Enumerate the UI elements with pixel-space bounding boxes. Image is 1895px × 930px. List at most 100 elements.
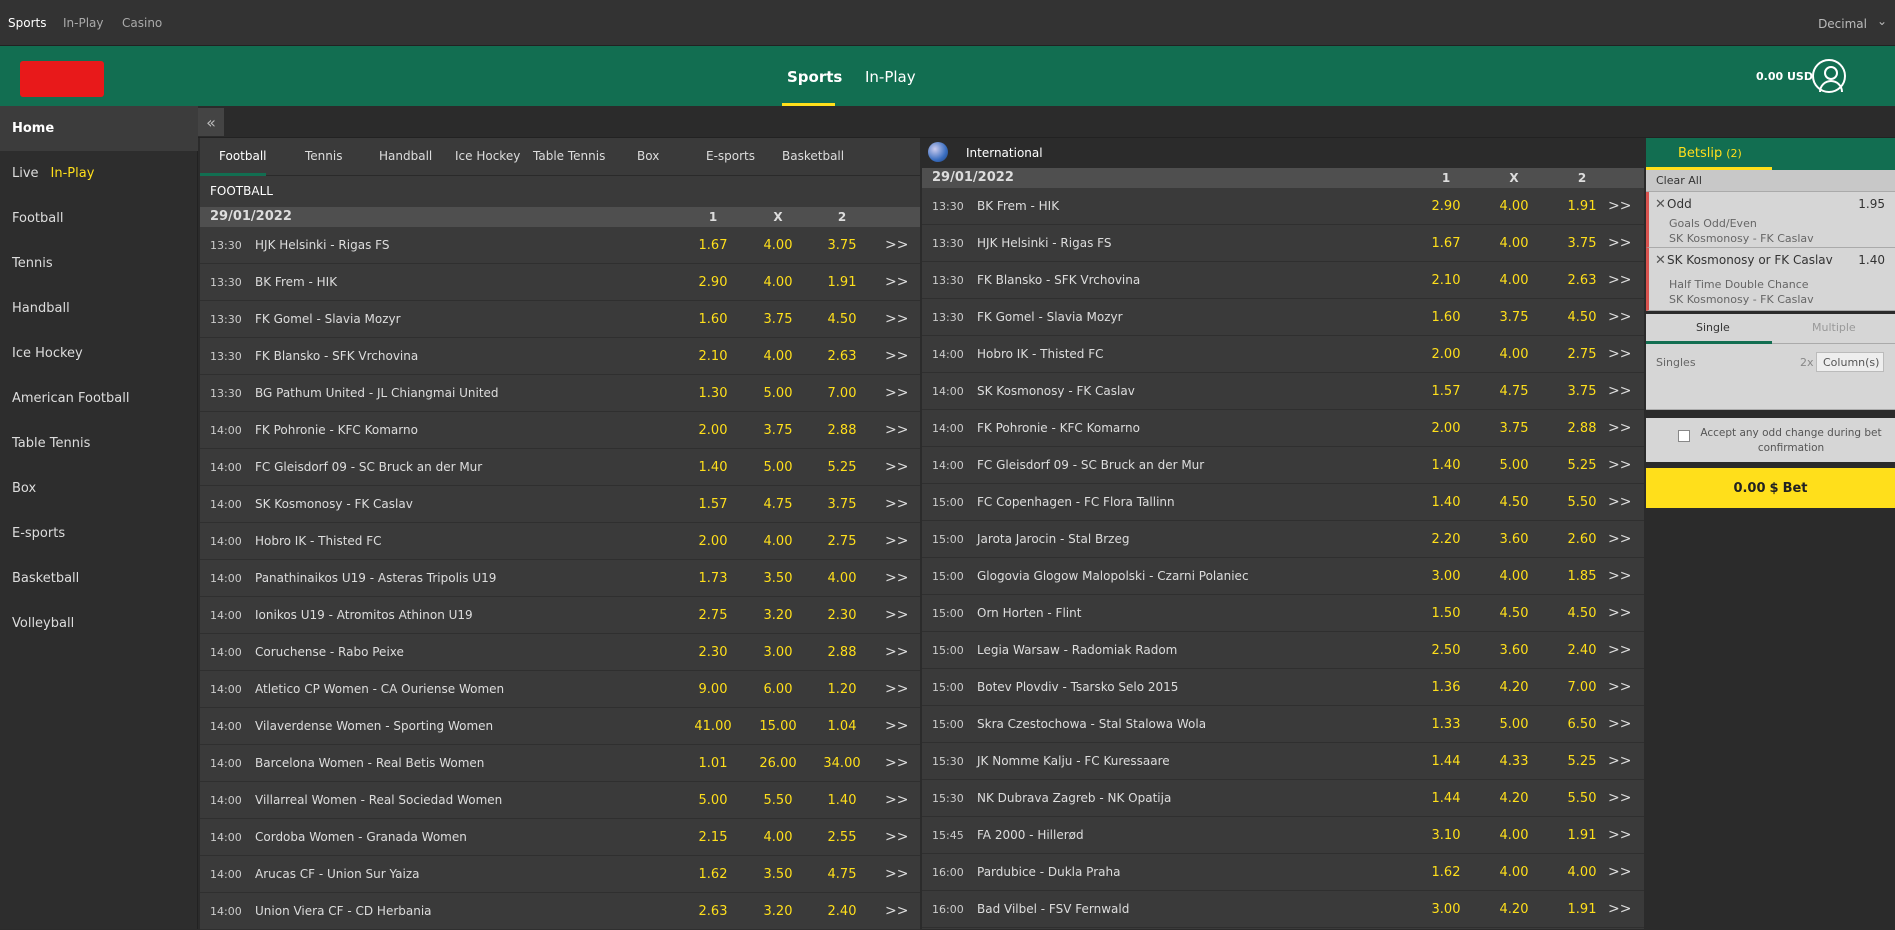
odds-away[interactable]: 7.00: [812, 386, 872, 401]
more-markets-button[interactable]: >>: [1608, 531, 1631, 547]
match-row[interactable]: 14:00 Barcelona Women - Real Betis Women 1…: [200, 745, 920, 782]
odds-draw[interactable]: 4.50: [1484, 495, 1544, 510]
odds-away[interactable]: 2.88: [812, 645, 872, 660]
place-bet-button[interactable]: 0.00 $ Bet: [1646, 468, 1895, 508]
odds-home[interactable]: 3.00: [1416, 569, 1476, 584]
match-row[interactable]: 14:00 Hobro IK - Thisted FC 2.00 4.00 2.75 >>: [922, 336, 1644, 373]
odds-home[interactable]: 2.90: [683, 275, 743, 290]
odds-draw[interactable]: 4.20: [1484, 680, 1544, 695]
user-icon[interactable]: [1812, 59, 1846, 93]
odds-home[interactable]: 2.15: [683, 830, 743, 845]
match-row[interactable]: 15:00 FC Copenhagen - FC Flora Tallinn 1.4…: [922, 484, 1644, 521]
more-markets-button[interactable]: >>: [1608, 605, 1631, 621]
odds-away[interactable]: 4.00: [812, 571, 872, 586]
odds-away[interactable]: 5.50: [1552, 791, 1612, 806]
more-markets-button[interactable]: >>: [1608, 716, 1631, 732]
match-name[interactable]: BK Frem - HIK: [255, 275, 337, 289]
odds-away[interactable]: 2.55: [812, 830, 872, 845]
odds-away[interactable]: 5.25: [812, 460, 872, 475]
odds-draw[interactable]: 3.60: [1484, 532, 1544, 547]
match-name[interactable]: FC Gleisdorf 09 - SC Bruck an der Mur: [255, 460, 482, 474]
match-row[interactable]: 14:00 Ionikos U19 - Atromitos Athinon U19…: [200, 597, 920, 634]
odds-home[interactable]: 1.57: [683, 497, 743, 512]
odds-draw[interactable]: 3.00: [748, 645, 808, 660]
odds-draw[interactable]: 4.00: [1484, 865, 1544, 880]
more-markets-button[interactable]: >>: [885, 311, 908, 327]
odds-draw[interactable]: 5.00: [1484, 717, 1544, 732]
more-markets-button[interactable]: >>: [1608, 679, 1631, 695]
odds-home[interactable]: 2.50: [1416, 643, 1476, 658]
odds-away[interactable]: 1.91: [812, 275, 872, 290]
match-row[interactable]: 15:00 Jarota Jarocin - Stal Brzeg 2.20 3.60…: [922, 521, 1644, 558]
match-name[interactable]: Orn Horten - Flint: [977, 606, 1081, 620]
odds-home[interactable]: 9.00: [683, 682, 743, 697]
topbar-link-inplay[interactable]: In-Play: [63, 16, 104, 30]
odds-draw[interactable]: 4.20: [1484, 902, 1544, 917]
odds-away[interactable]: 3.75: [812, 238, 872, 253]
match-row[interactable]: 13:30 FK Gomel - Slavia Mozyr 1.60 3.75 4.50…: [200, 301, 920, 338]
more-markets-button[interactable]: >>: [1608, 198, 1631, 214]
odds-home[interactable]: 2.63: [683, 904, 743, 919]
more-markets-button[interactable]: >>: [885, 385, 908, 401]
odds-draw[interactable]: 4.00: [748, 238, 808, 253]
more-markets-button[interactable]: >>: [1608, 790, 1631, 806]
match-row[interactable]: 14:00 Atletico CP Women - CA Ouriense Wom…: [200, 671, 920, 708]
match-name[interactable]: Ionikos U19 - Atromitos Athinon U19: [255, 608, 473, 622]
match-row[interactable]: 14:00 Cordoba Women - Granada Women 2.15 4.…: [200, 819, 920, 856]
match-row[interactable]: 14:00 Union Viera CF - CD Herbania 2.63 3.2…: [200, 893, 920, 930]
match-name[interactable]: Skra Czestochowa - Stal Stalowa Wola: [977, 717, 1206, 731]
match-row[interactable]: 13:30 HJK Helsinki - Rigas FS 1.67 4.00 3.75…: [922, 225, 1644, 262]
collapse-sidebar-icon[interactable]: «: [198, 108, 224, 136]
nav-sports[interactable]: Sports: [787, 68, 842, 86]
odds-home[interactable]: 1.40: [683, 460, 743, 475]
odds-draw[interactable]: 4.00: [1484, 828, 1544, 843]
more-markets-button[interactable]: >>: [1608, 827, 1631, 843]
odds-away[interactable]: 4.50: [1552, 606, 1612, 621]
remove-bet-icon[interactable]: ✕: [1655, 253, 1666, 268]
match-name[interactable]: Hobro IK - Thisted FC: [977, 347, 1104, 361]
odds-away[interactable]: 2.63: [1552, 273, 1612, 288]
match-row[interactable]: 14:00 Hobro IK - Thisted FC 2.00 4.00 2.75 >>: [200, 523, 920, 560]
odds-home[interactable]: 2.00: [1416, 347, 1476, 362]
odds-draw[interactable]: 5.50: [748, 793, 808, 808]
match-row[interactable]: 14:00 Vilaverdense Women - Sporting Women…: [200, 708, 920, 745]
sidebar-item-football[interactable]: Football: [0, 196, 198, 241]
nav-inplay[interactable]: In-Play: [865, 68, 916, 86]
odds-away[interactable]: 1.91: [1552, 902, 1612, 917]
match-row[interactable]: 15:45 FA 2000 - Hillerød 3.10 4.00 1.91 >>: [922, 817, 1644, 854]
match-row[interactable]: 13:30 FK Blansko - SFK Vrchovina 2.10 4.00 2…: [922, 262, 1644, 299]
more-markets-button[interactable]: >>: [1608, 753, 1631, 769]
match-row[interactable]: 14:00 Arucas CF - Union Sur Yaiza 1.62 3.50…: [200, 856, 920, 893]
match-row[interactable]: 14:00 FC Gleisdorf 09 - SC Bruck an der M…: [922, 447, 1644, 484]
match-name[interactable]: JK Nomme Kalju - FC Kuressaare: [977, 754, 1170, 768]
tab-table-tennis[interactable]: Table Tennis: [533, 149, 605, 163]
more-markets-button[interactable]: >>: [885, 681, 908, 697]
odds-away[interactable]: 3.75: [812, 497, 872, 512]
match-name[interactable]: Botev Plovdiv - Tsarsko Selo 2015: [977, 680, 1178, 694]
more-markets-button[interactable]: >>: [885, 718, 908, 734]
match-row[interactable]: 14:00 Villarreal Women - Real Sociedad Wo…: [200, 782, 920, 819]
odds-home[interactable]: 1.01: [683, 756, 743, 771]
odds-draw[interactable]: 4.00: [748, 830, 808, 845]
more-markets-button[interactable]: >>: [885, 792, 908, 808]
odds-draw[interactable]: 3.60: [1484, 643, 1544, 658]
odds-home[interactable]: 41.00: [683, 719, 743, 734]
more-markets-button[interactable]: >>: [1608, 383, 1631, 399]
match-name[interactable]: FK Gomel - Slavia Mozyr: [977, 310, 1123, 324]
match-name[interactable]: Legia Warsaw - Radomiak Radom: [977, 643, 1177, 657]
odds-away[interactable]: 1.91: [1552, 828, 1612, 843]
match-name[interactable]: HJK Helsinki - Rigas FS: [255, 238, 389, 252]
match-row[interactable]: 15:00 Legia Warsaw - Radomiak Radom 2.50 3.…: [922, 632, 1644, 669]
chevron-down-icon[interactable]: ⌄: [1877, 14, 1887, 28]
odds-draw[interactable]: 4.00: [748, 349, 808, 364]
odds-home[interactable]: 1.36: [1416, 680, 1476, 695]
tab-multiple[interactable]: Multiple: [1812, 321, 1856, 334]
odds-away[interactable]: 5.25: [1552, 754, 1612, 769]
more-markets-button[interactable]: >>: [885, 274, 908, 290]
match-row[interactable]: 14:00 FK Pohronie - KFC Komarno 2.00 3.75 2.…: [200, 412, 920, 449]
odds-home[interactable]: 1.60: [1416, 310, 1476, 325]
match-name[interactable]: Hobro IK - Thisted FC: [255, 534, 382, 548]
odds-format-select[interactable]: Decimal: [1818, 17, 1867, 31]
match-name[interactable]: FK Pohronie - KFC Komarno: [977, 421, 1140, 435]
match-row[interactable]: 13:30 HJK Helsinki - Rigas FS 1.67 4.00 3.75…: [200, 227, 920, 264]
